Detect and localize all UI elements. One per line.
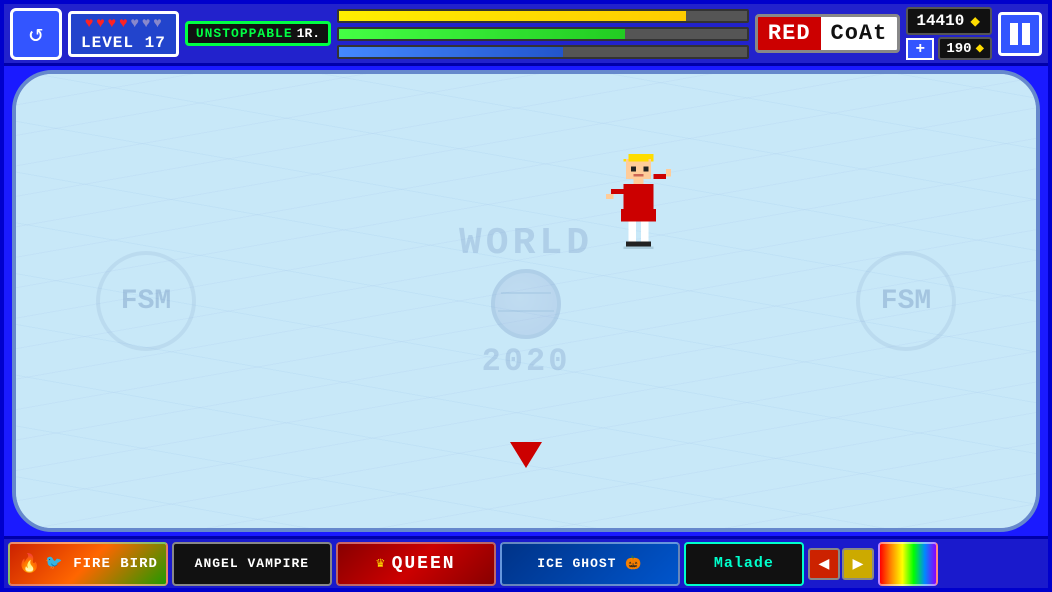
pause-bar-right [1022,23,1030,45]
queen-crown-icon: ♛ [376,555,385,572]
card-malade[interactable]: Malade [684,542,804,586]
card-fire-bird[interactable]: 🔥 🐦 FIRE BIRD [8,542,168,586]
restart-button[interactable]: ↺ [10,8,62,60]
heart-4: ♥ [119,16,127,32]
card-queen[interactable]: ♛ QUEEN [336,542,496,586]
heart-6: ♥ [142,16,150,32]
game-container: ↺ ♥ ♥ ♥ ♥ ♥ ♥ ♥ LEVEL 17 UNSTOPPABLE 1R. [0,0,1052,592]
combo-box: UNSTOPPABLE 1R. [185,21,331,46]
game-field: FSM WORLD 2020 FSM [12,70,1040,532]
score-value: 14410 [916,12,964,30]
world-year: 2020 [482,343,571,380]
fire-bird-icon: 🔥 [18,553,41,575]
score-box: 14410 ◆ + 190 ◆ [906,7,992,60]
arrow-right-button[interactable]: ▶ [842,548,874,580]
pause-bar-left [1010,23,1018,45]
ice-ghost-label: ICE GHOST 🎃 [537,556,642,571]
skater-character [606,154,671,254]
heart-2: ♥ [96,16,104,32]
fsm-logo-left: FSM [96,251,196,351]
bar-yellow [339,11,686,21]
gem-icon: ◆ [976,40,984,57]
world-globe [491,269,561,339]
hearts-row: ♥ ♥ ♥ ♥ ♥ ♥ ♥ [85,16,162,32]
red-diamond [510,442,542,468]
gems-value: 190 [946,41,971,57]
name-red: RED [758,17,821,50]
bar-blue [339,47,563,57]
heart-7: ♥ [153,16,161,32]
plus-button[interactable]: + [906,38,934,60]
world-logo: WORLD 2020 [459,222,593,380]
coin-icon: ◆ [970,11,980,31]
top-hud: ↺ ♥ ♥ ♥ ♥ ♥ ♥ ♥ LEVEL 17 UNSTOPPABLE 1R. [4,4,1048,66]
name-white: CoAt [821,17,898,50]
fsm-logo-right: FSM [856,251,956,351]
score-top: 14410 ◆ [906,7,992,35]
card-ice-ghost[interactable]: ICE GHOST 🎃 [500,542,680,586]
angel-vampire-label: ANGEL VAMPIRE [195,556,309,571]
fire-bird-label: 🐦 FIRE BIRD [45,555,157,572]
card-angel-vampire[interactable]: ANGEL VAMPIRE [172,542,332,586]
heart-1: ♥ [85,16,93,32]
pause-button[interactable] [998,12,1042,56]
arrow-left-button[interactable]: ◀ [808,548,840,580]
level-box: ♥ ♥ ♥ ♥ ♥ ♥ ♥ LEVEL 17 [68,11,179,57]
score-gems: 190 ◆ [938,37,992,60]
world-text: WORLD [459,222,593,265]
heart-3: ♥ [108,16,116,32]
card-arrows: ◀ ▶ [808,548,874,580]
bars-container [337,9,749,59]
score-bottom-row: + 190 ◆ [906,37,992,60]
bar-green [339,29,625,39]
malade-label: Malade [714,555,774,572]
card-rainbow[interactable] [878,542,938,586]
bar-track-green [337,27,749,41]
combo-text: UNSTOPPABLE [196,26,293,41]
name-box: RED CoAt [755,14,900,53]
level-label: LEVEL 17 [81,34,166,52]
bar-track-blue [337,45,749,59]
bar-track-yellow [337,9,749,23]
bottom-bar: 🔥 🐦 FIRE BIRD ANGEL VAMPIRE ♛ QUEEN ICE … [4,536,1048,588]
heart-5: ♥ [131,16,139,32]
combo-rank: 1R. [297,26,320,41]
queen-label: QUEEN [392,554,456,574]
